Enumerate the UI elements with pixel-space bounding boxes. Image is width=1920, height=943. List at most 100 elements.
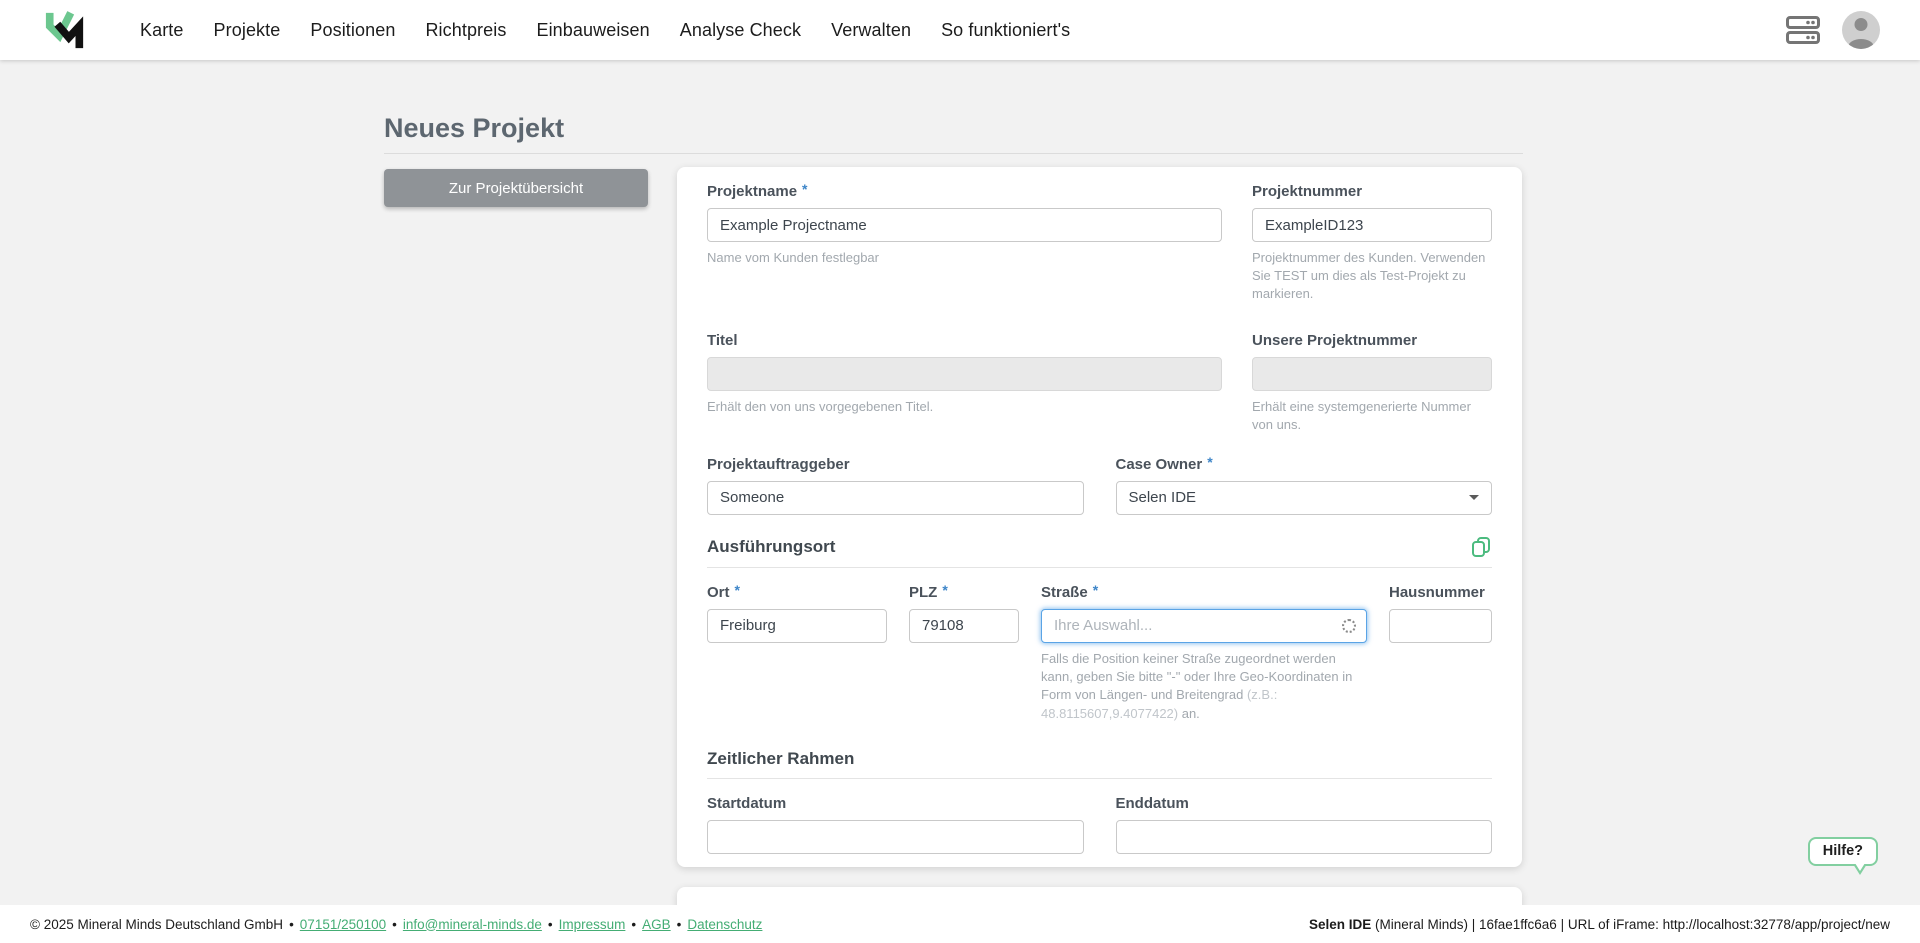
title-divider (384, 153, 1523, 154)
unsere-projektnummer-label: Unsere Projektnummer (1252, 332, 1492, 350)
projektnummer-label: Projektnummer (1252, 183, 1492, 201)
case-owner-selected-value: Selen IDE (1129, 489, 1197, 506)
strasse-input[interactable] (1041, 609, 1367, 643)
footer-separator: • (677, 917, 682, 932)
nav-item-einbauweisen[interactable]: Einbauweisen (536, 20, 649, 41)
field-projektnummer: Projektnummer Projektnummer des Kunden. … (1252, 183, 1492, 304)
field-titel: Titel Erhält den von uns vorgegebenen Ti… (707, 332, 1222, 434)
field-hausnummer: Hausnummer (1389, 584, 1492, 723)
nav-item-projekte[interactable]: Projekte (214, 20, 281, 41)
nav-item-so-funktionierts[interactable]: So funktioniert's (941, 20, 1070, 41)
footer-separator: • (392, 917, 397, 932)
hausnummer-input[interactable] (1389, 609, 1492, 643)
page-title: Neues Projekt (384, 113, 564, 144)
copy-address-icon[interactable] (1470, 536, 1492, 558)
nav-item-richtpreis[interactable]: Richtpreis (425, 20, 506, 41)
user-avatar[interactable] (1842, 11, 1880, 49)
footer-link-agb[interactable]: AGB (642, 917, 671, 932)
ort-label-text: Ort (707, 584, 730, 601)
required-marker: * (802, 181, 807, 197)
unsere-projektnummer-input (1252, 357, 1492, 391)
titel-label-text: Titel (707, 332, 738, 349)
unsere-projektnummer-label-text: Unsere Projektnummer (1252, 332, 1417, 349)
projektname-helper: Name vom Kunden festlegbar (707, 249, 1222, 267)
nav-item-analyse-check[interactable]: Analyse Check (680, 20, 801, 41)
enddatum-label-text: Enddatum (1116, 795, 1189, 812)
field-enddatum: Enddatum (1116, 795, 1493, 854)
server-icon[interactable] (1786, 16, 1820, 44)
nav-item-positionen[interactable]: Positionen (310, 20, 395, 41)
footer-session-user: Selen IDE (1309, 917, 1371, 932)
footer-session-details: (Mineral Minds) | 16fae1ffc6a6 | URL of … (1371, 917, 1890, 932)
enddatum-label: Enddatum (1116, 795, 1493, 813)
field-projektauftraggeber: Projektauftraggeber (707, 456, 1084, 515)
section-title-ausfuehrungsort: Ausführungsort (707, 537, 835, 557)
avatar-head-icon (1855, 18, 1868, 31)
strasse-helper-suffix: an. (1178, 706, 1200, 721)
titel-helper: Erhält den von uns vorgegebenen Titel. (707, 398, 1222, 416)
footer-link-datenschutz[interactable]: Datenschutz (687, 917, 762, 932)
main-nav: Karte Projekte Positionen Richtpreis Ein… (140, 20, 1070, 41)
titel-label: Titel (707, 332, 1222, 350)
projektnummer-label-text: Projektnummer (1252, 183, 1362, 200)
help-button[interactable]: Hilfe? (1808, 837, 1878, 866)
mineral-minds-logo-icon[interactable] (44, 8, 86, 52)
hausnummer-label-text: Hausnummer (1389, 584, 1485, 601)
strasse-label-text: Straße (1041, 584, 1088, 601)
footer-link-phone[interactable]: 07151/250100 (300, 917, 386, 932)
field-case-owner: Case Owner * Selen IDE (1116, 456, 1493, 515)
startdatum-input[interactable] (707, 820, 1084, 854)
field-plz: PLZ * (909, 584, 1019, 723)
footer-separator: • (548, 917, 553, 932)
app-header: Karte Projekte Positionen Richtpreis Ein… (0, 0, 1920, 60)
plz-label-text: PLZ (909, 584, 937, 601)
nav-item-verwalten[interactable]: Verwalten (831, 20, 911, 41)
loading-spinner-icon (1342, 619, 1356, 633)
ort-label: Ort * (707, 584, 887, 602)
plz-input[interactable] (909, 609, 1019, 643)
strasse-helper: Falls die Position keiner Straße zugeord… (1041, 650, 1367, 723)
field-strasse: Straße * Falls die Position keiner Straß… (1041, 584, 1367, 723)
projektname-label: Projektname * (707, 183, 1222, 201)
section-divider (707, 778, 1492, 779)
projektauftraggeber-input[interactable] (707, 481, 1084, 515)
footer-link-impressum[interactable]: Impressum (559, 917, 626, 932)
section-divider (707, 567, 1492, 568)
app-footer: © 2025 Mineral Minds Deutschland GmbH • … (0, 905, 1920, 943)
footer-separator: • (289, 917, 294, 932)
startdatum-label-text: Startdatum (707, 795, 786, 812)
required-marker: * (1207, 454, 1212, 470)
projektauftraggeber-label-text: Projektauftraggeber (707, 456, 850, 473)
required-marker: * (735, 582, 740, 598)
footer-session-info: Selen IDE (Mineral Minds) | 16fae1ffc6a6… (1309, 917, 1890, 932)
new-project-form-card: Projektname * Name vom Kunden festlegbar… (677, 167, 1522, 867)
chevron-down-icon (1469, 495, 1479, 500)
nav-item-karte[interactable]: Karte (140, 20, 184, 41)
projektnummer-input[interactable] (1252, 208, 1492, 242)
hausnummer-label: Hausnummer (1389, 584, 1492, 602)
avatar-body-icon (1848, 39, 1874, 49)
ort-input[interactable] (707, 609, 887, 643)
projektnummer-helper: Projektnummer des Kunden. Verwenden Sie … (1252, 249, 1492, 304)
required-marker: * (1093, 582, 1098, 598)
strasse-helper-main: Falls die Position keiner Straße zugeord… (1041, 651, 1352, 702)
projektname-label-text: Projektname (707, 183, 797, 200)
projektname-input[interactable] (707, 208, 1222, 242)
plz-label: PLZ * (909, 584, 1019, 602)
footer-link-email[interactable]: info@mineral-minds.de (403, 917, 542, 932)
strasse-label: Straße * (1041, 584, 1367, 602)
field-unsere-projektnummer: Unsere Projektnummer Erhält eine systemg… (1252, 332, 1492, 434)
header-actions (1786, 11, 1880, 49)
enddatum-input[interactable] (1116, 820, 1493, 854)
field-ort: Ort * (707, 584, 887, 723)
footer-copyright: © 2025 Mineral Minds Deutschland GmbH (30, 917, 283, 932)
field-startdatum: Startdatum (707, 795, 1084, 854)
projektauftraggeber-label: Projektauftraggeber (707, 456, 1084, 474)
case-owner-select[interactable]: Selen IDE (1116, 481, 1493, 515)
back-to-overview-button[interactable]: Zur Projektübersicht (384, 169, 648, 207)
field-projektname: Projektname * Name vom Kunden festlegbar (707, 183, 1222, 304)
required-marker: * (942, 582, 947, 598)
footer-separator: • (631, 917, 636, 932)
section-title-zeitlicher-rahmen: Zeitlicher Rahmen (707, 749, 854, 769)
footer-left: © 2025 Mineral Minds Deutschland GmbH • … (30, 917, 762, 932)
